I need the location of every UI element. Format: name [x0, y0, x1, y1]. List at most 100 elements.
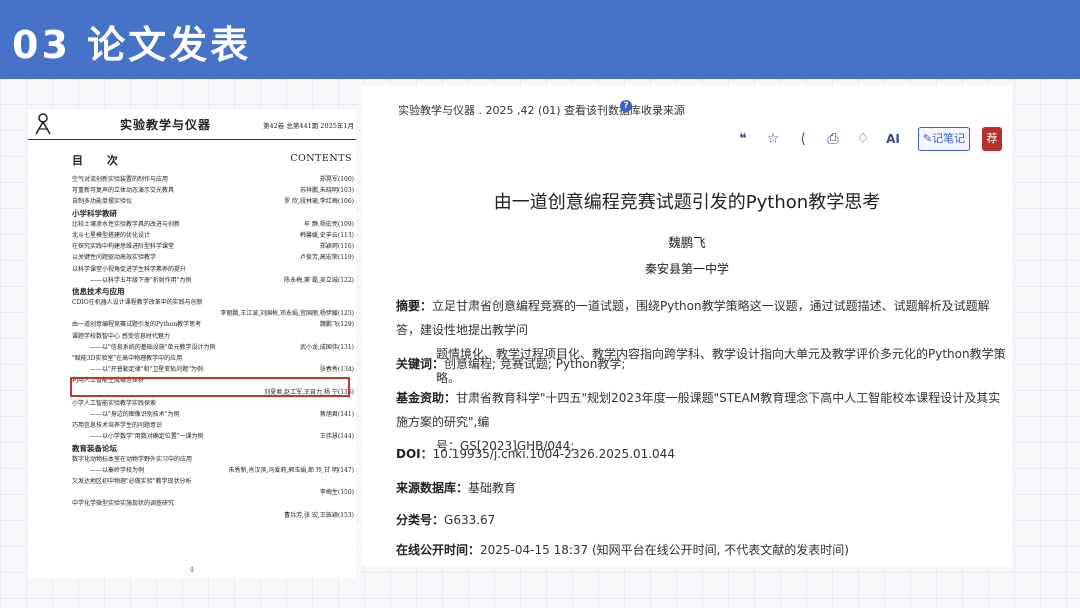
- toc-entry-authors: 李梅生(150): [319, 489, 354, 497]
- toc-entry: 李梅生(150): [28, 487, 356, 498]
- toc-entry-title: 北斗七星模型搭建的优化设计: [72, 231, 151, 239]
- database-field: 来源数据库：基础教育: [396, 476, 1006, 500]
- toc-entry-title: ——以秦岭学校为例: [90, 466, 145, 474]
- take-notes-button[interactable]: ✎记笔记: [918, 127, 970, 151]
- toc-entry-authors: 张春秀(134): [319, 366, 354, 374]
- toc-page: 实验教学与仪器 第42卷 总第441期 2025年1月 目 次 CONTENTS…: [28, 110, 356, 578]
- article-page: 实验教学与仪器 . 2025 ,42 (01) 查看该刊数据库收录来源 ? ❝ …: [362, 86, 1012, 566]
- toc-entry-title: 在探究实践中构建思维进阶型科学课堂: [72, 243, 175, 251]
- toc-entry-authors: 罗 欣,段林瑜,李红梅(106): [284, 198, 354, 206]
- article-toolbar: ❝ ☆ ⟨ ⎙ ♢ AI ✎记笔记 荐: [734, 126, 1004, 152]
- toc-section-heading: 教育装备论坛: [28, 443, 356, 454]
- toc-entry-title: 巧用信息技术培养学生的问题意识: [72, 422, 163, 430]
- toc-entry-authors: 苏祥鹏,朱晓明(103): [299, 187, 354, 195]
- toc-entry-title: ——以"身边的图像识别技术"为例: [90, 410, 180, 418]
- toc-entry-title: 以科学课堂小视角促进学生科学素养的提升: [72, 265, 187, 273]
- toc-entry: 巧用信息技术培养学生的问题意识: [28, 420, 356, 431]
- toc-section-heading: 小学科学教研: [28, 208, 356, 219]
- online-label: 在线公开时间：: [396, 543, 481, 557]
- toc-entry: 北斗七星模型搭建的优化设计 韩馨媛,史丰云(113): [28, 230, 356, 241]
- toc-entry-authors: 蔡旭君(141): [319, 410, 354, 418]
- keywords-field: 关键词：创意编程; 竞赛试题; Python教学;: [396, 352, 1006, 376]
- toc-entry: 自制多功能单摆实验仪 罗 欣,段林瑜,李红梅(106): [28, 196, 356, 207]
- toc-entry: 以关键性问题驱动高效实验教学 卢俊芳,高宏荣(119): [28, 252, 356, 263]
- online-field: 在线公开时间：2025-04-15 18:37 (知网平台在线公开时间, 不代表…: [396, 538, 1006, 562]
- share-icon[interactable]: ⟨: [794, 130, 812, 148]
- toc-entry: 比较土壤渗水性实验教学具的改进与创新 牟 静,杨宏亮(109): [28, 219, 356, 230]
- abstract-text-1: 立足甘肃省创意编程竞赛的一道试题，围绕Python教学策略这一议题，通过试题描述…: [396, 299, 990, 337]
- database-label: 来源数据库：: [396, 481, 469, 495]
- help-icon[interactable]: ?: [620, 100, 632, 112]
- toc-entry-title: 可重新可复声的立体动态演示交光教具: [72, 187, 175, 195]
- toc-entry-authors: 曹兵芳,张 宏,王旌颖(153): [284, 511, 354, 519]
- keywords-label: 关键词：: [396, 357, 445, 371]
- print-icon[interactable]: ⎙: [824, 130, 842, 148]
- toc-entry-title: ——以科学五年级下册"折射作用"为例: [90, 276, 192, 284]
- toc-entry: 小学人工智能实验教学实践探索: [28, 398, 356, 409]
- class-value: G633.67: [444, 513, 496, 527]
- toc-header: 实验教学与仪器 第42卷 总第441期 2025年1月: [28, 110, 356, 140]
- toc-entry: CDIO在机器人设计课程教学改革中的实践与创新: [28, 297, 356, 308]
- toc-entry: 在探究实践中构建思维进阶型科学课堂 郑颖珂(116): [28, 241, 356, 252]
- article-title: 由一道创意编程竞赛试题引发的Python教学思考: [493, 192, 881, 213]
- toc-entry: ——以小学数学"用数对确定位置"一课为例 王伟慧(144): [28, 431, 356, 442]
- quote-icon[interactable]: ❝: [734, 130, 752, 148]
- header-bar: 03 论文发表: [0, 0, 1080, 79]
- fund-label: 基金资助：: [396, 391, 457, 405]
- toc-list: 空气对流创新实验装置的制作与应用 郑晃军(100) 可重新可复声的立体动态演示交光教…: [28, 174, 356, 521]
- article-affiliation[interactable]: 秦安县第一中学: [362, 260, 1012, 277]
- star-icon[interactable]: ☆: [764, 130, 782, 148]
- toc-section-title: 教育装备论坛: [72, 443, 117, 453]
- recommend-button[interactable]: 荐: [982, 127, 1002, 151]
- toc-entry-title: 小学人工智能实验教学实践探索: [72, 399, 157, 407]
- toc-entry-authors: 魏鹏飞(129): [319, 321, 354, 329]
- fund-text-1[interactable]: 甘肃省教育科学"十四五"规划2023年度一般课题"STEAM教育理念下高中人工智…: [396, 391, 1000, 429]
- toc-entry: 数字化动物标本室在动物学野外实习中的应用: [28, 454, 356, 465]
- toc-entry-title: ——以"信息系统的基础设施"单元教学设计为例: [90, 343, 216, 351]
- keywords-value[interactable]: 创意编程; 竞赛试题; Python教学;: [444, 357, 625, 371]
- toc-entry: 由一道创意编程竞赛试题引发的Python教学思考 魏鹏飞(129): [28, 319, 356, 330]
- journal-issue: 第42卷 总第441期 2025年1月: [263, 122, 354, 130]
- class-label: 分类号：: [396, 513, 445, 527]
- toc-entry: ——以"信息系统的基础设施"单元教学设计为例 武小龙,成国伟(131): [28, 342, 356, 353]
- toc-entry-title: 欠发达地区初中物理"必做实验"教学现状分析: [72, 478, 192, 486]
- toc-entry-title: 由一道创意编程竞赛试题引发的Python教学思考: [72, 321, 202, 329]
- database-value[interactable]: 基础教育: [468, 481, 516, 495]
- journal-source-link[interactable]: 实验教学与仪器 . 2025 ,42 (01) 查看该刊数据库收录来源: [398, 102, 685, 118]
- toc-entry-authors: 郑颖珂(116): [319, 243, 354, 251]
- toc-entry-authors: 李丽鹏,王江波,刘国彬,邓永娟,宫国丽,杨伊媛(125): [220, 310, 354, 318]
- toc-entry-title: "赋能3D实验室"在高中物理教学中的应用: [72, 355, 183, 362]
- article-author[interactable]: 魏鹏飞: [362, 232, 1012, 251]
- toc-entry: 中学化学微型实验实施现状的调查研究: [28, 498, 356, 509]
- toc-entry-title: CDIO在机器人设计课程教学改革中的实践与创新: [72, 299, 203, 307]
- journal-name: 实验教学与仪器: [120, 118, 212, 132]
- toc-entry: "赋能3D实验室"在高中物理教学中的应用: [28, 353, 356, 364]
- toc-entry: 可重新可复声的立体动态演示交光教具 苏祥鹏,朱晓明(103): [28, 185, 356, 196]
- toc-entry-authors: 武小龙,成国伟(131): [299, 343, 354, 351]
- online-value: 2025-04-15 18:37 (知网平台在线公开时间, 不代表文献的发表时间…: [480, 543, 849, 557]
- toc-entry-title: 中学化学微型实验实施现状的调查研究: [72, 500, 175, 508]
- toc-entry: 李丽鹏,王江波,刘国彬,邓永娟,宫国丽,杨伊媛(125): [28, 308, 356, 319]
- journal-logo-icon: [35, 113, 51, 135]
- toc-entry-authors: 王伟慧(144): [319, 433, 354, 441]
- toc-entry: 空气对流创新实验装置的制作与应用 郑晃军(100): [28, 174, 356, 185]
- class-field: 分类号：G633.67: [396, 508, 1006, 532]
- toc-entry: ——以秦岭学校为例 朱秀新,肖汉滨,冯爱莉,郭玉娟,郎 玲,甘 明(147): [28, 465, 356, 476]
- toc-entry-title: 空气对流创新实验装置的制作与应用: [72, 176, 169, 183]
- toc-contents-heading: CONTENTS: [290, 153, 352, 164]
- toc-entry-authors: 韩馨媛,史丰云(113): [299, 231, 354, 239]
- toc-entry-title: 数字化动物标本室在动物学野外实习中的应用: [72, 455, 193, 463]
- bell-icon[interactable]: ♢: [854, 130, 872, 148]
- toc-entry-title: 课题学校数智中心 感受信息时代魅力: [72, 332, 170, 340]
- toc-entry: 欠发达地区初中物理"必做实验"教学现状分析: [28, 476, 356, 487]
- toc-entry-title: ——以小学数学"用数对确定位置"一课为例: [90, 433, 204, 441]
- toc-entry-title: 自制多功能单摆实验仪: [72, 198, 133, 206]
- toc-heading: 目 次: [72, 154, 128, 167]
- toc-entry-authors: 朱秀新,肖汉滨,冯爱莉,郭玉娟,郎 玲,甘 明(147): [228, 466, 355, 474]
- doi-value: 10.19935/j.cnki.1004-2326.2025.01.044: [432, 447, 675, 461]
- toc-entry: ——以"开普勒定律"和"卫星变轨问题"为例 张春秀(134): [28, 364, 356, 375]
- slide-title: 03 论文发表: [12, 23, 252, 67]
- toc-entry-authors: 卢俊芳,高宏荣(119): [299, 254, 354, 262]
- ai-button[interactable]: AI: [884, 130, 902, 148]
- toc-entry-title: 比较土壤渗水性实验教学具的改进与创新: [72, 220, 181, 228]
